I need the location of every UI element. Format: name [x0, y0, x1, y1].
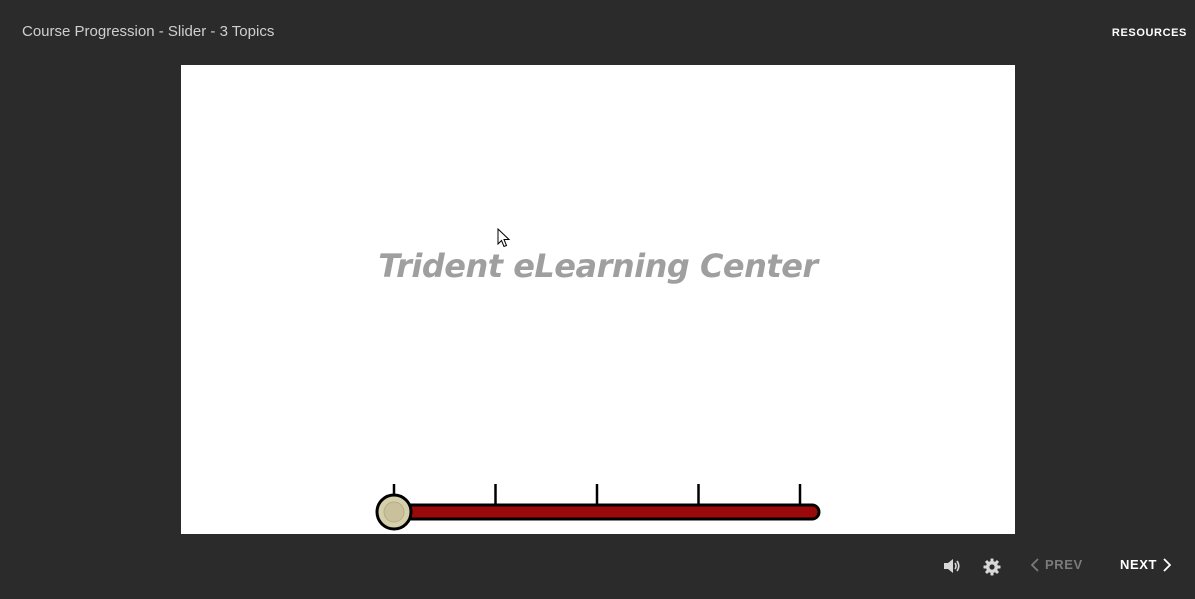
slide-stage: Trident eLearning Center — [181, 65, 1015, 534]
next-label: NEXT — [1120, 557, 1158, 572]
prev-button[interactable]: PREV — [1031, 557, 1083, 572]
course-title: Course Progression - Slider - 3 Topics — [22, 23, 275, 40]
prev-label: PREV — [1045, 557, 1083, 572]
slider-thumb[interactable] — [375, 493, 413, 531]
gear-icon — [983, 558, 1001, 576]
slider-ticks — [392, 484, 802, 505]
chevron-right-icon — [1163, 557, 1172, 572]
slider-track — [391, 503, 821, 521]
volume-icon — [944, 559, 960, 573]
next-button[interactable]: NEXT — [1120, 557, 1172, 572]
player-controls: PREV NEXT — [0, 540, 1195, 599]
chevron-left-icon — [1031, 557, 1039, 572]
volume-button[interactable] — [943, 558, 961, 574]
progress-slider[interactable] — [181, 65, 1015, 534]
settings-button[interactable] — [983, 558, 1001, 576]
resources-button[interactable]: RESOURCES — [1112, 27, 1187, 39]
